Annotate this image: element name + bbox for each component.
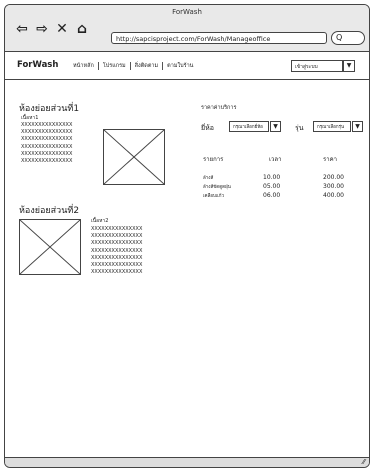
- menu-item-program[interactable]: โปรแกรม: [97, 62, 130, 70]
- title-bar: ForWash ⇦ ⇨ ✕ ⌂ http://sapcisproject.com…: [5, 5, 369, 52]
- resize-grip-icon[interactable]: ⁄⁄: [363, 458, 365, 467]
- service-name: ล้างสี: [203, 176, 214, 181]
- brand-select[interactable]: กรุณาเลือกยี่ห้อ: [229, 121, 269, 132]
- model-dropdown-arrow[interactable]: ▼: [352, 121, 363, 132]
- service-time: 05.00: [263, 183, 281, 190]
- window-title: ForWash: [172, 8, 202, 16]
- text-line: XXXXXXXXXXXXXXX: [91, 262, 143, 269]
- table-row: เคลือบแก้ว 06.00 400.00: [201, 191, 365, 200]
- account-dropdown-arrow[interactable]: ▼: [343, 60, 355, 72]
- menu-items: หน้าหลัก โปรแกรม สิ่งติดตาม ตามใบร้าน: [69, 62, 197, 70]
- brand-dropdown-arrow[interactable]: ▼: [270, 121, 281, 132]
- text-line: XXXXXXXXXXXXXXX: [91, 226, 143, 232]
- service-time: 06.00: [263, 192, 281, 199]
- service-price: 400.00: [323, 192, 344, 199]
- account-select[interactable]: เข้าสู่ระบบ: [291, 60, 343, 72]
- text-line: XXXXXXXXXXXXXXX: [91, 240, 143, 247]
- service-time: 10.00: [263, 174, 281, 181]
- url-bar[interactable]: http://sapcisproject.com/ForWash/Manageo…: [111, 32, 327, 44]
- table-row: ล้างสี 10.00 200.00: [201, 173, 365, 182]
- text-line: XXXXXXXXXXXXXXX: [21, 143, 73, 150]
- table-row: ล้างสีขัดดูดฝุ่น 05.00 300.00: [201, 182, 365, 191]
- text-line: XXXXXXXXXXXXXXX: [21, 136, 73, 143]
- brand-logo[interactable]: ForWash: [17, 60, 58, 70]
- search-button[interactable]: Q: [331, 31, 365, 45]
- text-line: XXXXXXXXXXXXXXX: [91, 233, 143, 240]
- home-icon[interactable]: ⌂: [75, 22, 89, 36]
- section2-subtitle: เนื้อหา2: [91, 218, 109, 224]
- service-name: เคลือบแก้ว: [203, 194, 225, 199]
- section1-text: XXXXXXXXXXXXXXX XXXXXXXXXXXXXXX XXXXXXXX…: [21, 122, 72, 165]
- table-header-row: รายการ เวลา ราคา: [201, 153, 365, 165]
- section1-title: ห้องย่อยส่วนที่1: [19, 104, 80, 114]
- model-select[interactable]: กรุณาเลือกรุ่น: [313, 121, 351, 132]
- brand-label: ยี่ห้อ: [201, 124, 214, 132]
- close-icon[interactable]: ✕: [55, 22, 69, 36]
- menu-item-tracking[interactable]: สิ่งติดตาม: [129, 62, 162, 70]
- text-line: XXXXXXXXXXXXXXX: [21, 122, 73, 128]
- text-line: XXXXXXXXXXXXXXX: [21, 158, 73, 165]
- section2-text: XXXXXXXXXXXXXXX XXXXXXXXXXXXXXX XXXXXXXX…: [91, 226, 142, 276]
- text-line: XXXXXXXXXXXXXXX: [91, 269, 143, 276]
- image-placeholder: [19, 219, 81, 275]
- status-bar: ⁄⁄: [5, 457, 369, 467]
- menu-item-home[interactable]: หน้าหลัก: [69, 62, 98, 70]
- forward-icon[interactable]: ⇨: [35, 22, 49, 36]
- service-name: ล้างสีขัดดูดฝุ่น: [203, 185, 231, 190]
- text-line: XXXXXXXXXXXXXXX: [91, 254, 143, 261]
- service-price: 300.00: [323, 183, 344, 190]
- price-table: รายการ เวลา ราคา ล้างสี 10.00 200.00 ล้า…: [201, 153, 365, 200]
- column-header: เวลา: [269, 156, 282, 163]
- text-line: XXXXXXXXXXXXXXX: [21, 150, 73, 157]
- pricing-title: ราคาค่าบริการ: [201, 105, 237, 111]
- nav-buttons: ⇦ ⇨ ✕ ⌂: [15, 22, 89, 36]
- browser-window: ForWash ⇦ ⇨ ✕ ⌂ http://sapcisproject.com…: [4, 4, 370, 468]
- section2-title: ห้องย่อยส่วนที่2: [19, 206, 80, 216]
- column-header: รายการ: [203, 156, 224, 163]
- column-header: ราคา: [323, 156, 337, 163]
- model-label: รุ่น: [295, 124, 304, 132]
- menu-item-shop[interactable]: ตามใบร้าน: [162, 62, 197, 70]
- text-line: XXXXXXXXXXXXXXX: [21, 129, 73, 136]
- image-placeholder: [103, 129, 165, 185]
- back-icon[interactable]: ⇦: [15, 22, 29, 36]
- text-line: XXXXXXXXXXXXXXX: [91, 247, 143, 254]
- menu-bar: ForWash หน้าหลัก โปรแกรม สิ่งติดตาม ตามใ…: [5, 52, 369, 80]
- service-price: 200.00: [323, 174, 344, 181]
- search-icon: Q: [336, 33, 343, 42]
